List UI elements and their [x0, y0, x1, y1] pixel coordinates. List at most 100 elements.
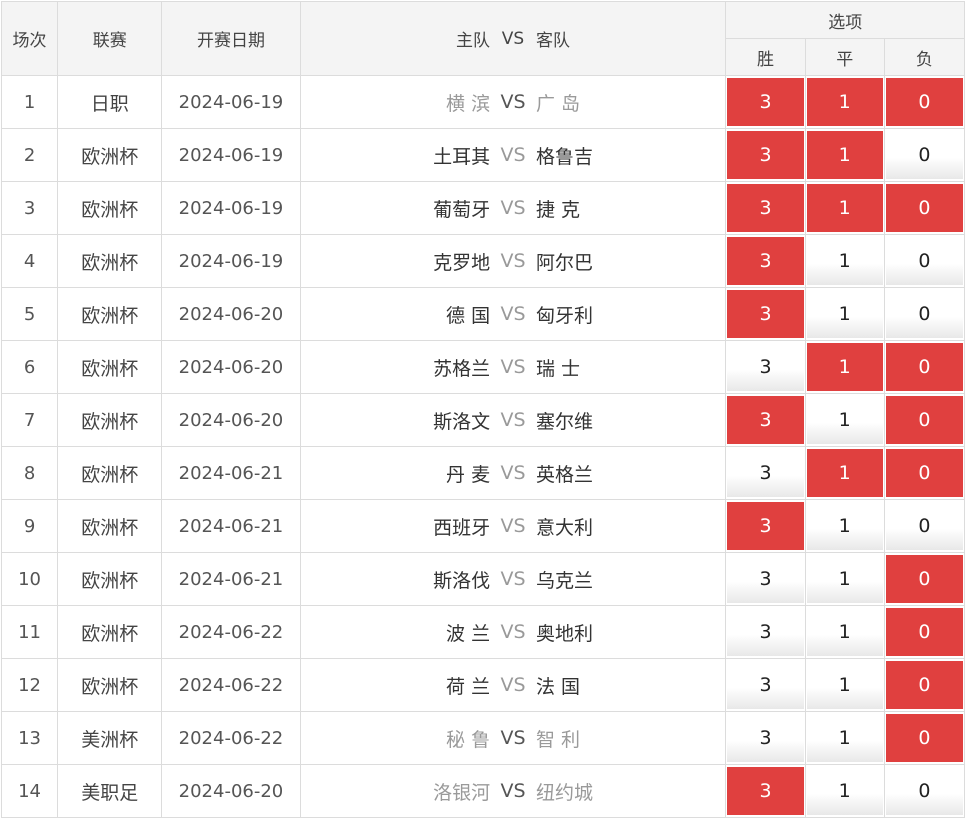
vs-label: VS — [500, 144, 526, 166]
option-draw-button[interactable]: 1 — [806, 502, 883, 550]
option-draw-button[interactable]: 1 — [806, 767, 883, 815]
match-teams-wrap: 斯洛伐 VS 乌克兰 — [301, 566, 725, 593]
vs-label: VS — [500, 515, 526, 537]
option-win-cell: 3 — [725, 128, 806, 182]
match-date: 2024-06-19 — [161, 128, 301, 182]
option-win-button[interactable]: 3 — [727, 237, 804, 285]
option-win-button[interactable]: 3 — [727, 555, 804, 603]
table-row: 5 欧洲杯 2024-06-20 德 国 VS 匈牙利 3 1 0 — [0, 287, 966, 341]
option-lose-button[interactable]: 0 — [885, 449, 963, 497]
option-draw-button[interactable]: 1 — [806, 608, 883, 656]
option-lose-button[interactable]: 0 — [885, 343, 963, 391]
match-teams: 秘 鲁 VS 智 利 — [299, 711, 727, 765]
option-win-cell: 3 — [725, 181, 806, 235]
option-win-cell: 3 — [725, 552, 806, 606]
option-lose-cell: 0 — [883, 499, 966, 553]
option-draw-button[interactable]: 1 — [806, 290, 883, 338]
match-teams-wrap: 丹 麦 VS 英格兰 — [301, 460, 725, 487]
option-lose-button[interactable]: 0 — [885, 661, 963, 709]
option-lose-button[interactable]: 0 — [885, 608, 963, 656]
option-lose-button[interactable]: 0 — [885, 78, 963, 126]
vs-label: VS — [500, 568, 526, 590]
option-win-button[interactable]: 3 — [727, 608, 804, 656]
match-number: 8 — [0, 446, 59, 500]
option-draw-button[interactable]: 1 — [806, 661, 883, 709]
option-draw-button[interactable]: 1 — [806, 237, 883, 285]
option-lose-cell: 0 — [883, 75, 966, 129]
option-win-button[interactable]: 3 — [727, 396, 804, 444]
option-win-button[interactable]: 3 — [727, 343, 804, 391]
match-teams: 德 国 VS 匈牙利 — [299, 287, 727, 341]
option-draw-button[interactable]: 1 — [806, 78, 883, 126]
option-lose-button[interactable]: 0 — [885, 131, 963, 179]
option-win-button[interactable]: 3 — [727, 502, 804, 550]
option-draw-cell: 1 — [804, 658, 885, 712]
option-win-button[interactable]: 3 — [727, 767, 804, 815]
home-team: 葡萄牙 — [433, 198, 491, 221]
option-lose-button[interactable]: 0 — [885, 184, 963, 232]
match-teams-wrap: 斯洛文 VS 塞尔维 — [301, 407, 725, 434]
option-win-button[interactable]: 3 — [727, 661, 804, 709]
option-draw-button[interactable]: 1 — [806, 396, 883, 444]
option-draw-button[interactable]: 1 — [806, 131, 883, 179]
option-lose-cell: 0 — [883, 711, 966, 765]
match-number: 13 — [0, 711, 59, 765]
match-teams-wrap: 西班牙 VS 意大利 — [301, 513, 725, 540]
away-team: 格鲁吉 — [535, 145, 593, 168]
match-teams-wrap: 土耳其 VS 格鲁吉 — [301, 142, 725, 169]
option-lose-cell: 0 — [883, 128, 966, 182]
option-win-button[interactable]: 3 — [727, 184, 804, 232]
away-team: 瑞 士 — [535, 357, 580, 380]
option-lose-button[interactable]: 0 — [885, 237, 963, 285]
option-win-button[interactable]: 3 — [727, 714, 804, 762]
option-lose-button[interactable]: 0 — [885, 502, 963, 550]
header-date: 开赛日期 — [161, 1, 301, 76]
option-win-button[interactable]: 3 — [727, 290, 804, 338]
option-draw-button[interactable]: 1 — [806, 184, 883, 232]
option-draw-button[interactable]: 1 — [806, 714, 883, 762]
option-draw-button[interactable]: 1 — [806, 555, 883, 603]
option-win-cell: 3 — [725, 658, 806, 712]
match-date: 2024-06-20 — [161, 340, 301, 394]
match-date: 2024-06-20 — [161, 764, 301, 818]
table-body: 1 日职 2024-06-19 横 滨 VS 广 岛 3 1 0 2 欧洲杯 2024-06-19 土耳… — [0, 75, 966, 818]
match-number: 9 — [0, 499, 59, 553]
option-lose-button[interactable]: 0 — [885, 290, 963, 338]
league-name: 欧洲杯 — [57, 658, 163, 712]
option-draw-cell: 1 — [804, 605, 885, 659]
match-teams-wrap: 洛银河 VS 纽约城 — [301, 778, 725, 805]
away-team: 阿尔巴 — [535, 251, 593, 274]
table-row: 12 欧洲杯 2024-06-22 荷 兰 VS 法 国 310 — [0, 658, 966, 712]
vs-label: VS — [500, 250, 526, 272]
home-team: 斯洛伐 — [433, 569, 491, 592]
header-match-wrap: 主队 VS 客队 — [301, 26, 725, 52]
match-number: 7 — [0, 393, 59, 447]
option-draw-button[interactable]: 1 — [806, 449, 883, 497]
match-table: 场次 联赛 开赛日期 主队 VS 客队 选项 胜 平 负 1 日职 2024-06-… — [0, 1, 966, 818]
table-row: 10 欧洲杯 2024-06-21 斯洛伐 VS 乌克兰 3 1 0 — [0, 552, 966, 606]
match-number: 11 — [0, 605, 59, 659]
option-lose-button[interactable]: 0 — [885, 396, 963, 444]
match-teams: 葡萄牙 VS 捷 克 — [299, 181, 727, 235]
table-row: 6 欧洲杯 2024-06-20 苏格兰 VS 瑞 士 310 — [0, 340, 966, 394]
option-win-cell: 3 — [725, 446, 806, 500]
option-draw-cell: 1 — [804, 393, 885, 447]
option-draw-button[interactable]: 1 — [806, 343, 883, 391]
option-win-button[interactable]: 3 — [727, 78, 804, 126]
league-name: 美职足 — [57, 764, 163, 818]
option-lose-button[interactable]: 0 — [885, 714, 963, 762]
table-row: 8 欧洲杯 2024-06-21 丹 麦 VS 英格兰 3 1 0 — [0, 446, 966, 500]
away-team: 乌克兰 — [535, 569, 593, 592]
option-win-button[interactable]: 3 — [727, 449, 804, 497]
option-lose-button[interactable]: 0 — [885, 555, 963, 603]
vs-label: VS — [500, 409, 526, 431]
option-win-button[interactable]: 3 — [727, 131, 804, 179]
match-teams: 荷 兰 VS 法 国 — [299, 658, 727, 712]
match-teams-wrap: 德 国 VS 匈牙利 — [301, 301, 725, 328]
option-lose-cell: 0 — [883, 393, 966, 447]
option-win-cell: 3 — [725, 499, 806, 553]
away-team: 捷 克 — [535, 198, 580, 221]
option-lose-button[interactable]: 0 — [885, 767, 963, 815]
match-date: 2024-06-20 — [161, 393, 301, 447]
match-teams: 横 滨 VS 广 岛 — [299, 75, 727, 129]
